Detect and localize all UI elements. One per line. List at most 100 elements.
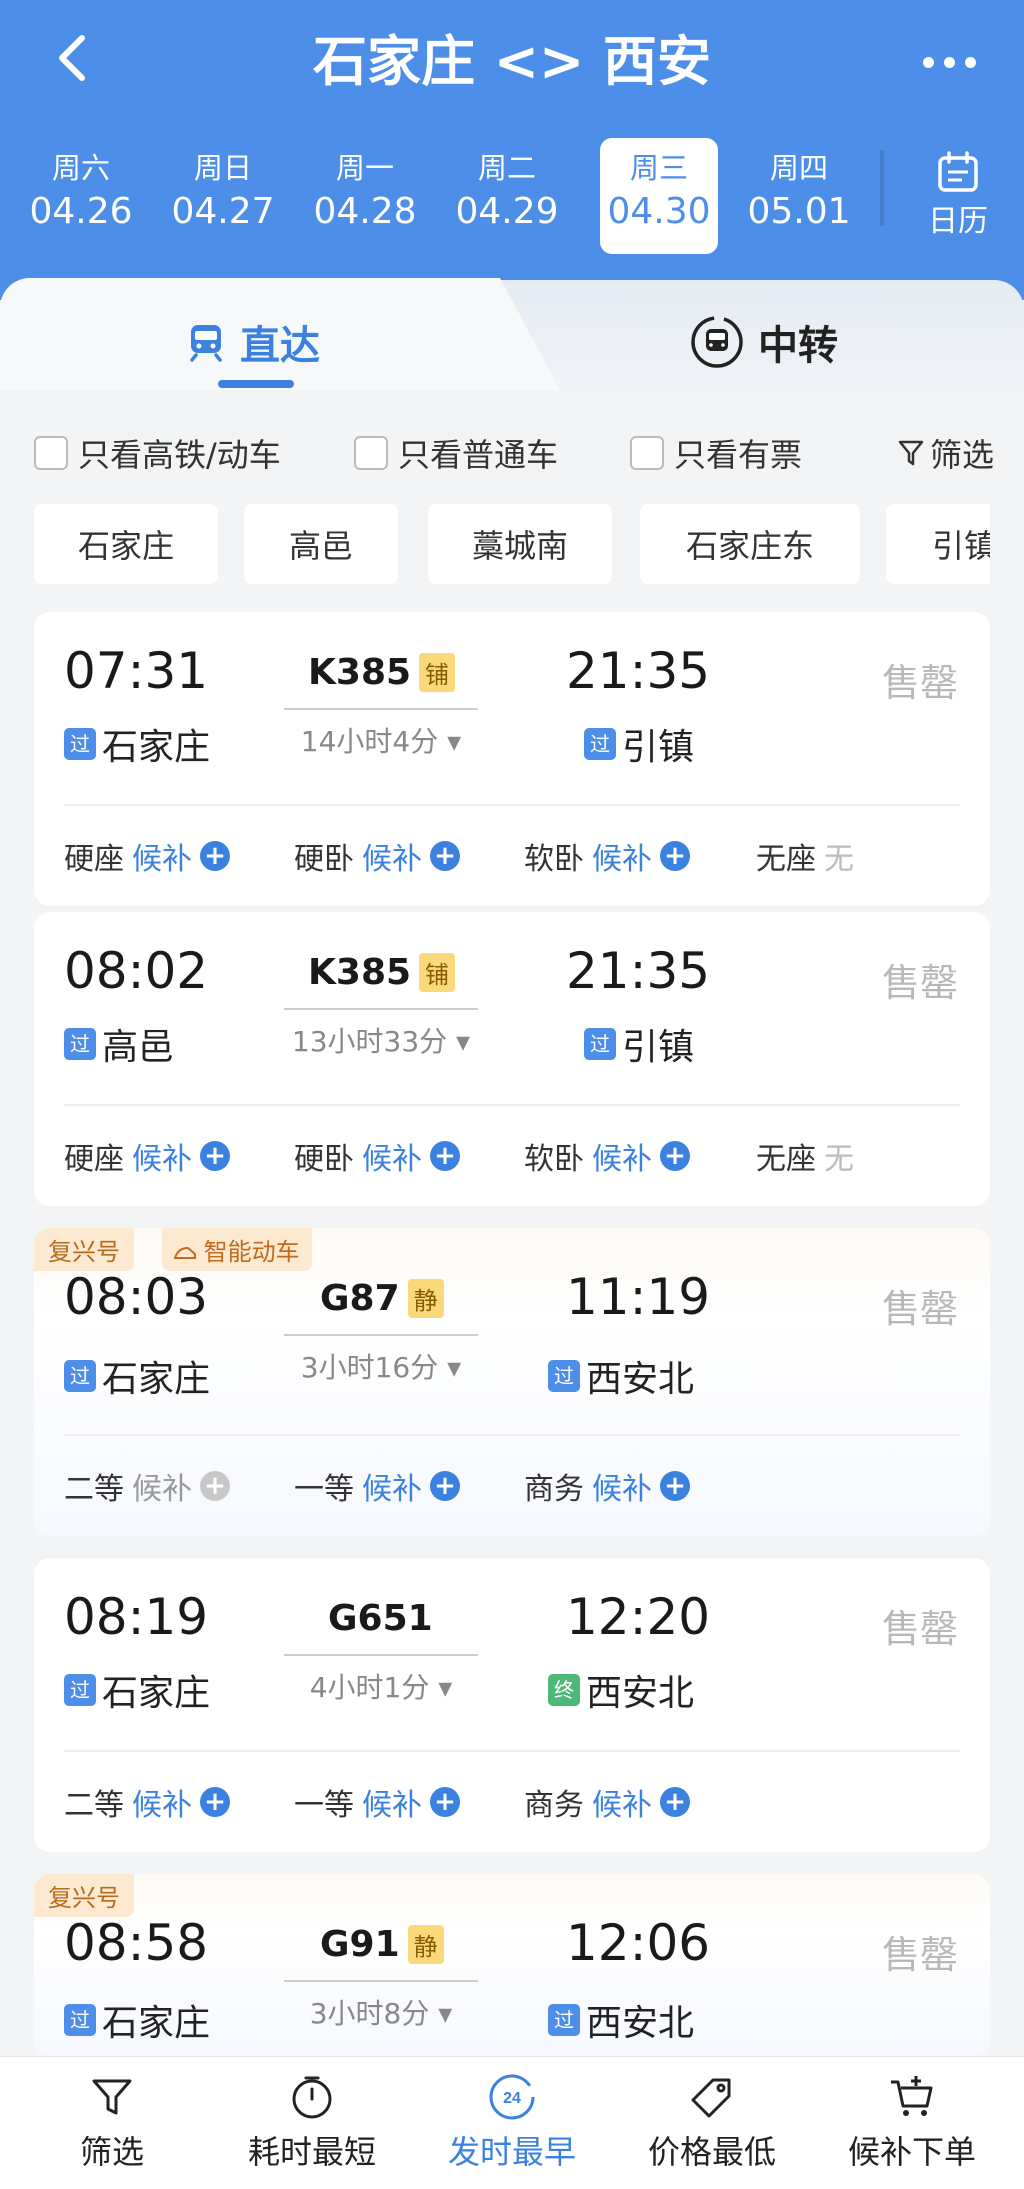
cart-plus-icon	[891, 2076, 933, 2116]
departure-time: 07:31	[64, 642, 209, 700]
seat-name: 无座	[756, 842, 816, 877]
seat-option[interactable]: 一等 候补 +	[294, 1780, 460, 1824]
station-chip[interactable]: 藁城南	[428, 504, 612, 584]
nav-shortest[interactable]: 耗时最短	[212, 2067, 412, 2173]
train-card[interactable]: 08:19 G651 4小时1分 ▾ 12:20 过石家庄 终西安北 售罄 二等…	[34, 1558, 990, 1852]
train-card[interactable]: 复兴号 08:58 G91 静 3小时8分 ▾ 12:06 过石家庄 过西安北 售…	[34, 1874, 990, 2056]
station-name: 石家庄	[102, 727, 211, 768]
tab-direct[interactable]: 直达	[186, 310, 320, 374]
train-number: G651	[328, 1598, 433, 1639]
train-card[interactable]: 复兴号 智能动车 08:03 G87 静 3小时16分 ▾ 11:19 过石家庄 …	[34, 1228, 990, 1536]
divider	[64, 1434, 960, 1436]
nav-earliest[interactable]: 24 发时最早	[412, 2067, 612, 2173]
sold-out-status: 售罄	[881, 961, 958, 1005]
bullet-train-icon	[173, 1246, 196, 1259]
waitlist-label: 候补	[592, 842, 652, 877]
only-hs-checkbox[interactable]: 只看高铁/动车	[34, 430, 281, 476]
plus-icon: +	[430, 1471, 460, 1501]
duration[interactable]: 3小时16分 ▾	[284, 1346, 478, 1386]
only-normal-checkbox[interactable]: 只看普通车	[354, 430, 558, 476]
station-chip[interactable]: 石家庄	[34, 504, 218, 584]
train-number: G91 静	[320, 1924, 444, 1965]
more-icon[interactable]	[914, 44, 984, 80]
station-name: 高邑	[102, 1027, 175, 1068]
smart-train-tag: 智能动车	[162, 1228, 312, 1271]
waitlist-label: 候补	[132, 842, 192, 877]
calendar-icon	[938, 151, 978, 192]
date-item-selected[interactable]: 周三 04.30	[600, 138, 718, 254]
arrival-time: 21:35	[566, 642, 711, 700]
date-item[interactable]: 周一 04.28	[306, 138, 424, 254]
clock-badge-text: 24	[503, 2090, 521, 2107]
seat-option[interactable]: 软卧 候补 +	[524, 834, 690, 878]
route-line	[284, 1654, 478, 1656]
seat-name: 硬座	[64, 842, 124, 877]
date-value: 05.01	[747, 191, 851, 232]
route-line	[284, 1980, 478, 1982]
waitlist-label: 候补	[592, 1788, 652, 1823]
arrival-station: 过引镇	[584, 718, 694, 770]
duration[interactable]: 3小时8分 ▾	[284, 1992, 478, 2032]
date-value: 04.30	[607, 191, 711, 232]
seat-name: 软卧	[524, 1142, 584, 1177]
calendar-button[interactable]: 日历	[910, 150, 1006, 246]
date-weekday: 周三	[629, 151, 688, 185]
pass-tag: 过	[64, 1028, 96, 1060]
station-name: 西安北	[586, 1673, 695, 1714]
filter-button[interactable]: 筛选	[898, 430, 994, 476]
seat-option[interactable]: 硬卧 候补 +	[294, 1134, 460, 1178]
header: 石家庄 <> 西安 周六 04.26 周日 04.27 周一 04.28 周二 …	[0, 0, 1024, 300]
plus-icon: +	[660, 841, 690, 871]
train-number-text: G91	[320, 1924, 400, 1965]
date-item[interactable]: 周四 05.01	[740, 138, 858, 254]
train-number-text: G651	[328, 1598, 433, 1639]
seat-option[interactable]: 商务 候补 +	[524, 1780, 690, 1824]
seat-option[interactable]: 一等 候补 +	[294, 1464, 460, 1508]
station-chip[interactable]: 石家庄东	[640, 504, 860, 584]
waitlist-label: 候补	[362, 1142, 422, 1177]
duration[interactable]: 13小时33分 ▾	[284, 1020, 478, 1060]
train-number: K385 铺	[308, 952, 456, 993]
filter-label: 筛选	[929, 436, 994, 474]
seat-option[interactable]: 二等 候补 +	[64, 1464, 230, 1508]
pass-tag: 过	[64, 1360, 96, 1392]
departure-time: 08:03	[64, 1268, 209, 1326]
seat-option[interactable]: 硬座 候补 +	[64, 1134, 230, 1178]
seat-option[interactable]: 硬座 候补 +	[64, 834, 230, 878]
date-item[interactable]: 周日 04.27	[164, 138, 282, 254]
station-chip[interactable]: 引镇	[886, 504, 990, 584]
date-item[interactable]: 周二 04.29	[448, 138, 566, 254]
date-item[interactable]: 周六 04.26	[22, 138, 140, 254]
seat-option[interactable]: 软卧 候补 +	[524, 1134, 690, 1178]
seat-name: 一等	[294, 1472, 354, 1507]
station-name: 石家庄	[102, 1359, 211, 1400]
duration-text: 13小时33分	[291, 1025, 448, 1058]
departure-time: 08:02	[64, 942, 209, 1000]
nav-filter[interactable]: 筛选	[12, 2067, 212, 2173]
checkbox-label: 只看有票	[674, 436, 803, 474]
seat-name: 软卧	[524, 842, 584, 877]
divider	[64, 1750, 960, 1752]
checkbox-box	[354, 436, 388, 470]
arrival-station: 过西安北	[548, 1350, 694, 1402]
only-avail-checkbox[interactable]: 只看有票	[630, 430, 802, 476]
tab-transfer[interactable]: 中转	[690, 310, 838, 374]
pass-tag: 过	[64, 2004, 96, 2036]
quiet-badge: 静	[407, 1279, 444, 1318]
seat-option[interactable]: 二等 候补 +	[64, 1780, 230, 1824]
stopwatch-icon	[292, 2076, 332, 2119]
train-card[interactable]: 08:02 K385 铺 13小时33分 ▾ 21:35 过高邑 过引镇 售罄 硬…	[34, 912, 990, 1206]
train-card[interactable]: 07:31 K385 铺 14小时4分 ▾ 21:35 过石家庄 过引镇 售罄 硬…	[34, 612, 990, 906]
station-chip[interactable]: 高邑	[244, 504, 398, 584]
pass-tag: 过	[548, 1360, 580, 1392]
nav-waitlist-order[interactable]: 候补下单	[812, 2067, 1012, 2173]
seat-option[interactable]: 商务 候补 +	[524, 1464, 690, 1508]
date-weekday: 周一	[335, 151, 394, 185]
nav-cheapest[interactable]: 价格最低	[612, 2067, 812, 2173]
station-name: 石家庄	[102, 2003, 211, 2044]
train-number-text: G87	[320, 1278, 400, 1319]
duration[interactable]: 14小时4分 ▾	[284, 720, 478, 760]
seat-option[interactable]: 硬卧 候补 +	[294, 834, 460, 878]
duration[interactable]: 4小时1分 ▾	[284, 1666, 478, 1706]
departure-time: 08:19	[64, 1588, 209, 1646]
